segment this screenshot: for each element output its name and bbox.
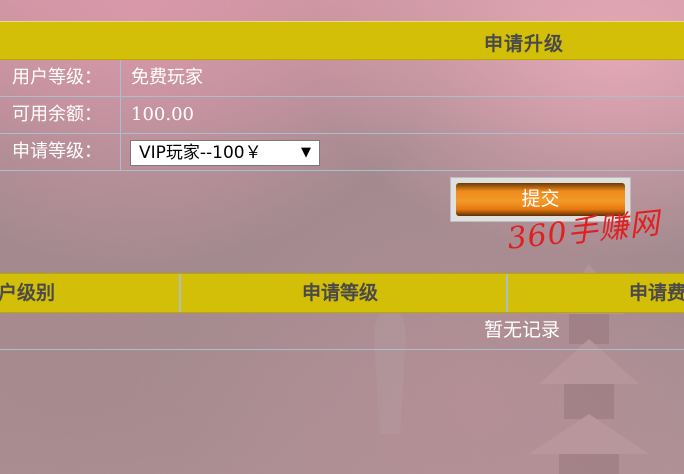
- records-table-header: 户级别 申请等级 申请费: [0, 273, 684, 313]
- column-header-apply-level: 申请等级: [302, 282, 379, 304]
- banner-title: 申请升级: [484, 33, 565, 55]
- dropdown-arrow-icon: ▼: [301, 145, 311, 160]
- upgrade-banner: 申请升级: [0, 21, 684, 60]
- balance-row: 可用余额： 100.00: [0, 97, 684, 134]
- upgrade-form: 用户等级： 免费玩家 可用余额： 100.00 申请等级： VIP玩家--100…: [0, 60, 684, 171]
- user-level-value: 免费玩家: [131, 67, 203, 88]
- apply-level-select[interactable]: VIP玩家--100￥ ▼: [130, 140, 320, 166]
- empty-records-row: 暂无记录: [0, 312, 684, 350]
- column-divider: [179, 274, 181, 312]
- balance-value: 100.00: [131, 104, 194, 125]
- column-header-apply-fee: 申请费: [629, 282, 684, 304]
- user-level-label: 用户等级：: [12, 67, 102, 88]
- user-level-row: 用户等级： 免费玩家: [0, 60, 684, 97]
- column-header-user-level: 户级别: [0, 282, 56, 304]
- apply-level-selected-value: VIP玩家--100￥: [139, 143, 262, 163]
- column-divider: [506, 274, 508, 312]
- apply-level-row: 申请等级： VIP玩家--100￥ ▼: [0, 134, 684, 171]
- apply-level-label: 申请等级：: [12, 141, 102, 162]
- balance-label: 可用余额：: [12, 104, 102, 125]
- empty-records-text: 暂无记录: [484, 319, 561, 341]
